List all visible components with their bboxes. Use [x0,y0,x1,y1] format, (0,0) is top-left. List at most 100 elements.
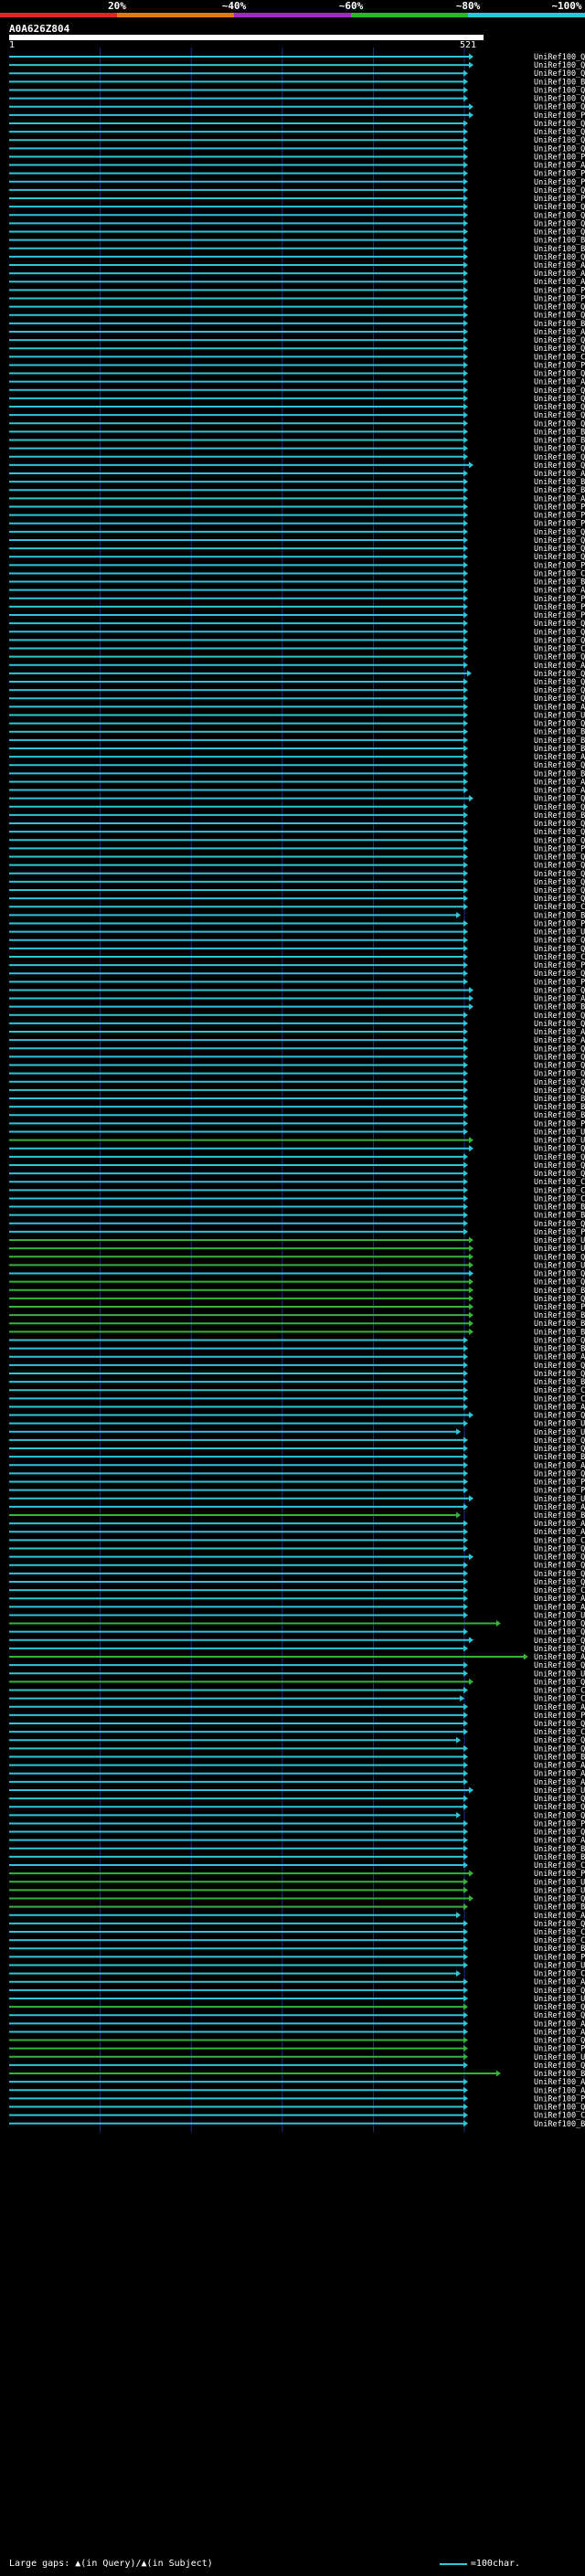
alignment-arrow [469,1553,474,1561]
alignment-arrow [463,1203,469,1211]
alignment-arrow [463,728,469,736]
alignment-arrow [463,1370,469,1377]
alignment-arrow [463,1703,469,1711]
alignment-arrow [463,937,469,944]
alignment-arrow [463,320,469,327]
alignment-arrow [463,1687,469,1694]
alignment-arrow [463,353,469,360]
alignment-arrow [495,1620,501,1627]
alignment-arrow [463,1062,469,1069]
alignment-arrow [469,1328,474,1335]
alignment-arrow [463,378,469,386]
alignment-arrow [463,361,469,368]
alignment-arrow [523,1653,528,1660]
alignment-arrow [463,1386,469,1394]
alignment-arrow [463,720,469,727]
alignment-arrow [463,261,469,269]
alignment-arrow [463,761,469,769]
alignment-arrow [463,128,469,135]
alignment-arrow [463,961,469,969]
alignment-arrow [463,1353,469,1361]
alignment-arrow [463,1103,469,1110]
alignment-arrow [463,1028,469,1035]
alignment-arrow [463,387,469,394]
alignment-arrow [463,2045,469,2052]
alignment-arrow [463,1503,469,1511]
alignment-arrow [463,2094,469,2102]
alignment-arrow [469,1637,474,1644]
legend-gaps-label: Large gaps: [9,2559,76,2569]
alignment-arrow [463,1070,469,1077]
alignment-arrow [463,270,469,277]
alignment-arrow [463,828,469,835]
alignment-arrow [463,1611,469,1618]
alignment-arrow [463,1753,469,1760]
alignment-arrow [463,253,469,260]
alignment-arrow [463,1603,469,1610]
alignment-arrow [463,1853,469,1860]
alignment-arrow [469,1261,474,1268]
alignment-arrow [463,1378,469,1385]
alignment-arrow [463,1586,469,1594]
alignment-arrow [469,795,474,802]
alignment-arrow [469,1412,474,1419]
alignment-arrow [460,1695,465,1702]
alignment-arrow [463,678,469,685]
alignment-arrow [463,686,469,694]
alignment-arrow [463,2078,469,2085]
alignment-arrow [463,1712,469,1719]
alignment-arrow [469,1270,474,1277]
alignment-arrow [463,370,469,377]
alignment-arrow [463,395,469,402]
alignment-arrow [463,336,469,344]
alignment-arrow [469,1236,474,1244]
alignment-arrow [463,1562,469,1569]
alignment-arrow [463,1012,469,1019]
alignment-arrow [463,237,469,244]
alignment-arrow [463,69,469,77]
alignment-arrow [463,870,469,877]
alignment-arrow [463,411,469,419]
alignment-arrow [463,1661,469,1669]
alignment-arrow [463,1436,469,1444]
alignment-arrow [463,1479,469,1486]
alignment-arrow [463,853,469,861]
alignment-arrow [463,895,469,902]
alignment-arrow [463,2120,469,2127]
alignment-arrow [463,778,469,785]
alignment-arrow [463,703,469,710]
alignment-arrow [463,1153,469,1161]
alignment-arrow [463,278,469,285]
alignment-arrow [463,1212,469,1219]
alignment-arrow [463,1728,469,1735]
legend-scale-line [439,2562,467,2565]
alignment-arrow [463,753,469,760]
alignment-plot: UniRef100_Q7C7W7UniRef100_Q1WLZ6UniRef10… [9,48,585,2132]
alignment-arrow [463,1453,469,1460]
alignment-arrow [463,1544,469,1552]
alignment-arrow [463,1336,469,1343]
alignment-arrow [469,1495,474,1502]
alignment-arrow [463,1795,469,1802]
alignment-arrow [463,953,469,960]
alignment-arrow [463,1420,469,1427]
alignment-arrow [463,620,469,627]
alignment-arrow [456,1970,462,1977]
alignment-arrow [463,478,469,485]
alignment-arrow [463,628,469,635]
alignment-arrow [456,1912,462,1919]
alignment-arrow [463,711,469,718]
alignment-arrow [463,1819,469,1827]
alignment-arrow [463,1119,469,1127]
alignment-arrow [463,178,469,186]
alignment-arrow [469,111,474,119]
alignment-arrow [463,545,469,552]
alignment-arrow [463,2104,469,2111]
alignment-arrow [463,186,469,194]
alignment-arrow [463,1903,469,1911]
alignment-arrow [463,737,469,744]
alignment-arrow [469,986,474,993]
alignment-arrow [463,136,469,143]
alignment-arrow [469,1137,474,1144]
alignment-arrow [469,1278,474,1286]
